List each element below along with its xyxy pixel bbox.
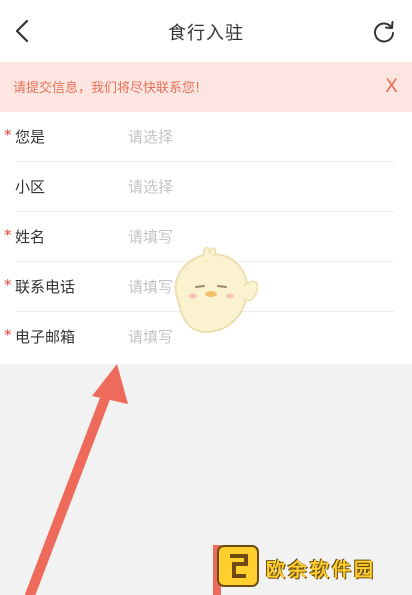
phone-label: 联系电话 — [15, 278, 76, 296]
close-icon[interactable]: X — [385, 75, 398, 97]
email-label: 电子邮箱 — [15, 328, 76, 346]
community-select[interactable] — [128, 174, 368, 200]
site-watermark: 欧余软件园 — [210, 540, 410, 592]
required-mark: * — [4, 226, 12, 244]
logo-icon — [217, 545, 259, 587]
required-mark: * — [4, 126, 12, 144]
form-row-role[interactable]: * 您是 — [0, 112, 412, 162]
name-label: 姓名 — [15, 228, 46, 246]
required-mark: * — [4, 326, 12, 344]
refresh-icon — [374, 21, 394, 43]
role-label: 您是 — [15, 128, 46, 146]
form-row-community[interactable]: 小区 — [0, 162, 412, 212]
notice-banner: 请提交信息，我们将尽快联系您! X — [0, 62, 412, 112]
watermark-text: 欧余软件园 — [266, 559, 377, 581]
community-label: 小区 — [15, 178, 46, 196]
refresh-button[interactable] — [364, 12, 404, 52]
top-bar: 食行入驻 — [0, 0, 412, 62]
role-select[interactable] — [128, 124, 368, 150]
notice-text: 请提交信息，我们将尽快联系您! — [13, 81, 201, 96]
required-mark: * — [4, 276, 12, 294]
chick-mascot-icon — [174, 246, 259, 334]
page-title: 食行入驻 — [168, 23, 244, 44]
